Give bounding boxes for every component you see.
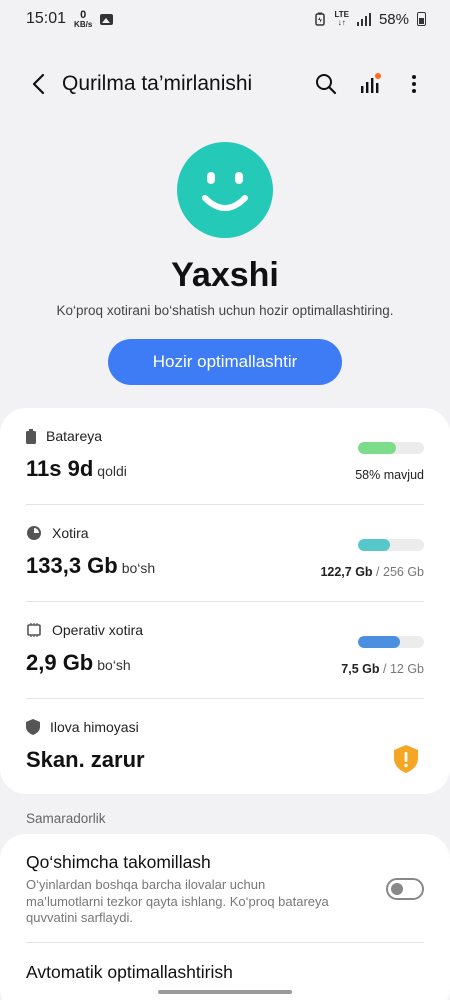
- item-title: Qo‘shimcha takomillash: [26, 852, 211, 872]
- ram-row[interactable]: Operativ xotira 2,9 Gb bo‘sh 7,5 Gb / 12…: [26, 620, 424, 702]
- battery-saver-icon: [315, 12, 326, 26]
- scan-required-value: Skan. zarur: [26, 747, 145, 772]
- enhanced-processing-toggle[interactable]: [386, 878, 424, 900]
- more-options-button[interactable]: [392, 62, 436, 106]
- item-description: O‘yinlardan boshqa barcha ilovalar uchun…: [26, 877, 329, 925]
- app-protection-row[interactable]: Ilova himoyasi Skan. zarur: [26, 717, 424, 787]
- net-speed: 0 KB/s: [74, 8, 93, 29]
- device-status: Yaxshi: [171, 256, 279, 294]
- ram-label: Operativ xotira: [52, 622, 144, 638]
- signal-icon: [356, 12, 371, 26]
- auto-optimize-item[interactable]: Avtomatik optimallashtirish: [26, 962, 233, 983]
- toggle-knob: [391, 883, 403, 895]
- storage-label: Xotira: [52, 525, 89, 541]
- page-title: Qurilma ta’mirlanishi: [62, 72, 253, 95]
- ram-usage: 7,5 Gb / 12 Gb: [341, 662, 424, 676]
- more-vertical-icon: [412, 75, 416, 93]
- image-notification-icon: [100, 13, 114, 25]
- battery-available: 58% mavjud: [355, 468, 424, 482]
- battery-time-unit: qoldi: [97, 463, 127, 479]
- notification-dot: [375, 73, 381, 79]
- ram-free-value: 2,9 Gb: [26, 650, 94, 675]
- status-subtitle: Ko‘proq xotirani bo‘shatish uchun hozir …: [56, 303, 394, 318]
- battery-icon: [26, 428, 36, 444]
- battery-icon: [417, 12, 426, 26]
- network-type: LTE ↓↑: [334, 10, 349, 27]
- app-bar: Qurilma ta’mirlanishi: [0, 60, 450, 108]
- search-icon: [316, 74, 337, 95]
- status-card: Batareya 11s 9d qoldi 58% mavjud Xotira …: [0, 408, 450, 794]
- battery-row[interactable]: Batareya 11s 9d qoldi 58% mavjud: [26, 426, 424, 508]
- storage-free-value: 133,3 Gb: [26, 553, 118, 578]
- back-arrow-icon: [32, 73, 45, 95]
- smiley-status-icon: [177, 142, 273, 238]
- divider: [26, 942, 424, 943]
- battery-label: Batareya: [46, 428, 103, 444]
- status-bar: 15:01 0 KB/s LTE ↓↑ 58%: [0, 0, 450, 38]
- clock: 15:01: [26, 10, 67, 27]
- divider: [26, 504, 424, 505]
- memory-chip-icon: [27, 623, 41, 637]
- battery-time-value: 11s 9d: [26, 456, 94, 481]
- storage-row[interactable]: Xotira 133,3 Gb bo‘sh 122,7 Gb / 256 Gb: [26, 523, 424, 605]
- battery-percent: 58%: [378, 10, 409, 28]
- battery-bar: [358, 442, 424, 454]
- shield-warning-icon: [394, 745, 418, 773]
- storage-free-unit: bo‘sh: [121, 560, 156, 576]
- ram-free-unit: bo‘sh: [97, 657, 131, 673]
- section-header: Samaradorlik: [26, 811, 106, 826]
- shield-icon: [26, 719, 40, 735]
- gesture-handle: [158, 990, 292, 994]
- storage-bar: [358, 539, 424, 551]
- divider: [26, 698, 424, 699]
- performance-card: Qo‘shimcha takomillash O‘yinlardan boshq…: [0, 834, 450, 1000]
- storage-pie-icon: [27, 526, 41, 540]
- search-button[interactable]: [304, 62, 348, 106]
- app-protection-label: Ilova himoyasi: [50, 719, 139, 735]
- back-button[interactable]: [14, 60, 62, 108]
- divider: [26, 601, 424, 602]
- optimize-now-button[interactable]: Hozir optimallashtir: [108, 339, 342, 385]
- storage-usage: 122,7 Gb / 256 Gb: [320, 565, 424, 579]
- ram-bar: [358, 636, 424, 648]
- statistics-button[interactable]: [348, 62, 392, 106]
